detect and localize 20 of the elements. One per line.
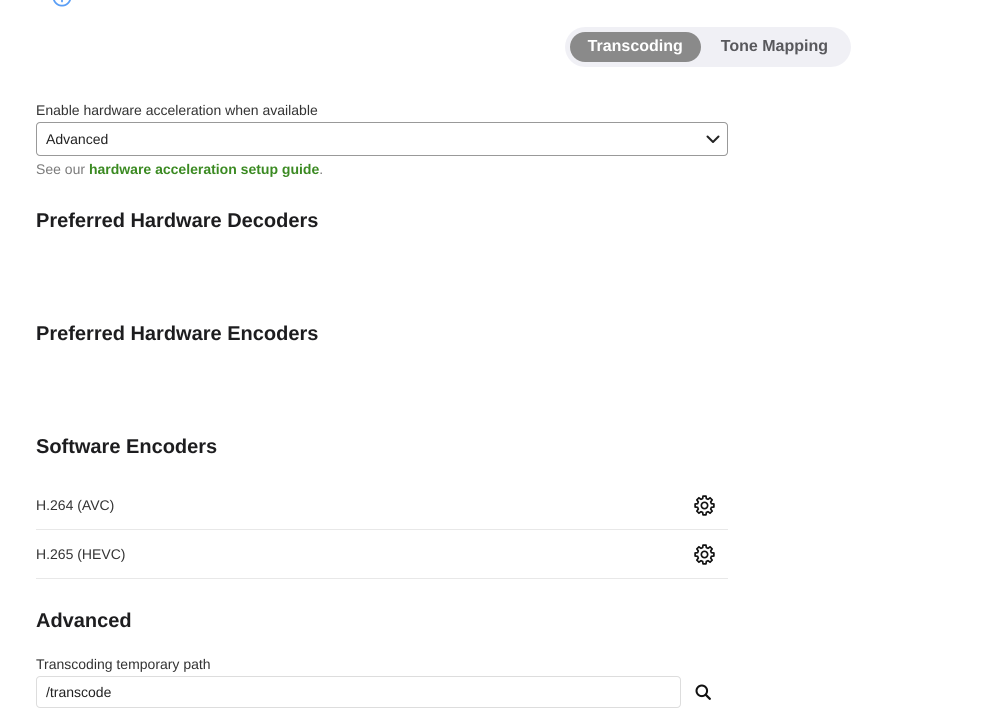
encoder-name: H.265 (HEVC)	[36, 544, 126, 564]
chevron-down-icon	[706, 134, 720, 144]
section-heading: Software Encoders	[36, 435, 218, 460]
section-heading: Preferred Hardware Decoders	[36, 209, 320, 234]
select-field[interactable]: Advanced	[36, 122, 728, 156]
settings-icon[interactable]	[694, 494, 714, 516]
section-heading: Preferred Hardware Encoders	[36, 322, 320, 347]
field-label: Enable hardware acceleration when available	[36, 101, 319, 120]
tab[interactable]: Tone Mapping	[702, 32, 846, 62]
info-icon	[52, 0, 72, 7]
path-input[interactable]: /transcode	[36, 676, 681, 708]
setup-guide-link[interactable]: hardware acceleration setup guide	[88, 161, 320, 177]
field-label: Transcoding temporary path	[36, 655, 212, 674]
help-text: See our hardware acceleration setup guide.	[36, 160, 324, 179]
select-value: Advanced	[46, 130, 108, 148]
section-heading: Advanced	[36, 609, 133, 634]
tab[interactable]: Transcoding	[570, 32, 701, 62]
settings-icon[interactable]	[694, 544, 714, 564]
encoder-name: H.264 (AVC)	[36, 496, 114, 515]
search-icon[interactable]	[695, 684, 711, 700]
